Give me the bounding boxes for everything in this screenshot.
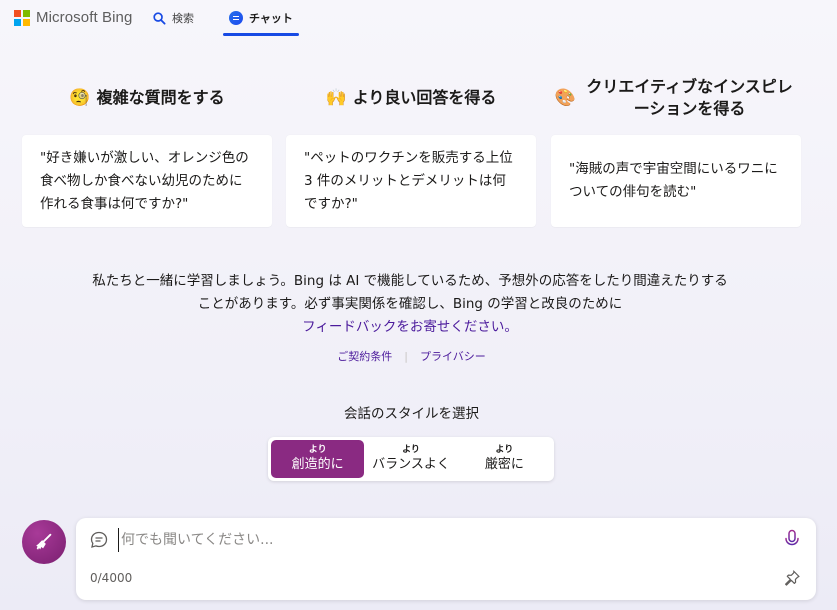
feedback-link[interactable]: フィードバックをお寄せください。	[302, 319, 518, 335]
example-prompt-card[interactable]: "海賊の声で宇宙空間にいるワニについての俳句を読む"	[551, 135, 801, 227]
broom-icon	[36, 533, 52, 550]
style-selector-label: 会話のスタイルを選択	[344, 406, 479, 422]
microphone-icon[interactable]	[783, 529, 801, 549]
thinking-face-icon: 🧐	[69, 88, 91, 108]
example-prompt-card[interactable]: "ペットのワクチンを販売する上位 3 件のメリットとデメリットは何ですか?"	[286, 135, 536, 227]
tab-search[interactable]: 検索	[153, 0, 194, 36]
example-prompt-card[interactable]: "好き嫌いが激しい、オレンジ色の食べ物しか食べない幼児のために作れる食事は何です…	[22, 135, 272, 227]
style-prefix: より	[495, 445, 514, 455]
style-creative-button[interactable]: より 創造的に	[271, 440, 365, 478]
style-name: 厳密に	[484, 457, 524, 472]
legal-separator: |	[404, 349, 408, 363]
new-topic-button[interactable]	[22, 520, 66, 564]
disclaimer-text: 私たちと一緒に学習しましょう。Bing は AI で機能しているため、予想外の応…	[92, 273, 728, 312]
feature-complex-questions: 🧐 複雑な質問をする "好き嫌いが激しい、オレンジ色の食べ物しか食べない幼児のた…	[22, 75, 272, 227]
chat-query-input[interactable]	[118, 528, 768, 552]
chat-bubble-icon	[229, 11, 243, 25]
feature-title-text: クリエイティブなインスピレーションを得る	[586, 77, 793, 118]
character-counter: 0/4000	[90, 571, 133, 585]
conversation-style-picker: より 創造的に より バランスよく より 厳密に	[268, 437, 554, 481]
terms-link[interactable]: ご契約条件	[337, 348, 392, 364]
raised-hands-icon: 🙌	[325, 88, 347, 108]
tab-chat-label: チャット	[249, 12, 293, 25]
legal-links: ご契約条件 | プライバシー	[0, 348, 823, 364]
microsoft-logo-icon	[14, 9, 30, 26]
search-icon	[153, 11, 166, 25]
style-name: バランスよく	[372, 457, 450, 472]
privacy-link[interactable]: プライバシー	[420, 348, 486, 364]
style-prefix: より	[308, 445, 327, 455]
pin-icon[interactable]	[783, 569, 801, 587]
feature-creative-inspiration: 🎨 クリエイティブなインスピレーションを得る "海賊の声で宇宙空間にいるワニにつ…	[551, 75, 801, 227]
tab-chat[interactable]: チャット	[223, 0, 299, 36]
style-prefix: より	[402, 445, 420, 455]
feature-title: 🎨 クリエイティブなインスピレーションを得る	[551, 75, 801, 121]
feature-better-answers: 🙌 より良い回答を得る "ペットのワクチンを販売する上位 3 件のメリットとデメ…	[286, 75, 536, 227]
feature-title: 🙌 より良い回答を得る	[286, 75, 536, 121]
style-balanced-button[interactable]: より バランスよく	[364, 440, 457, 478]
feature-title-text: より良い回答を得る	[352, 88, 497, 107]
disclaimer: 私たちと一緒に学習しましょう。Bing は AI で機能しているため、予想外の応…	[90, 270, 730, 339]
chat-input-box: 0/4000	[76, 518, 816, 600]
top-nav: Microsoft Bing 検索 チャット	[0, 0, 837, 36]
feature-title: 🧐 複雑な質問をする	[22, 75, 272, 121]
style-precise-button[interactable]: より 厳密に	[458, 440, 551, 478]
style-name: 創造的に	[291, 457, 344, 472]
feature-title-text: 複雑な質問をする	[96, 88, 225, 107]
tab-search-label: 検索	[172, 12, 194, 25]
palette-icon: 🎨	[554, 88, 577, 108]
logo-text: Microsoft Bing	[36, 9, 133, 26]
chat-icon	[90, 531, 108, 548]
bing-logo[interactable]: Microsoft Bing	[14, 9, 132, 26]
